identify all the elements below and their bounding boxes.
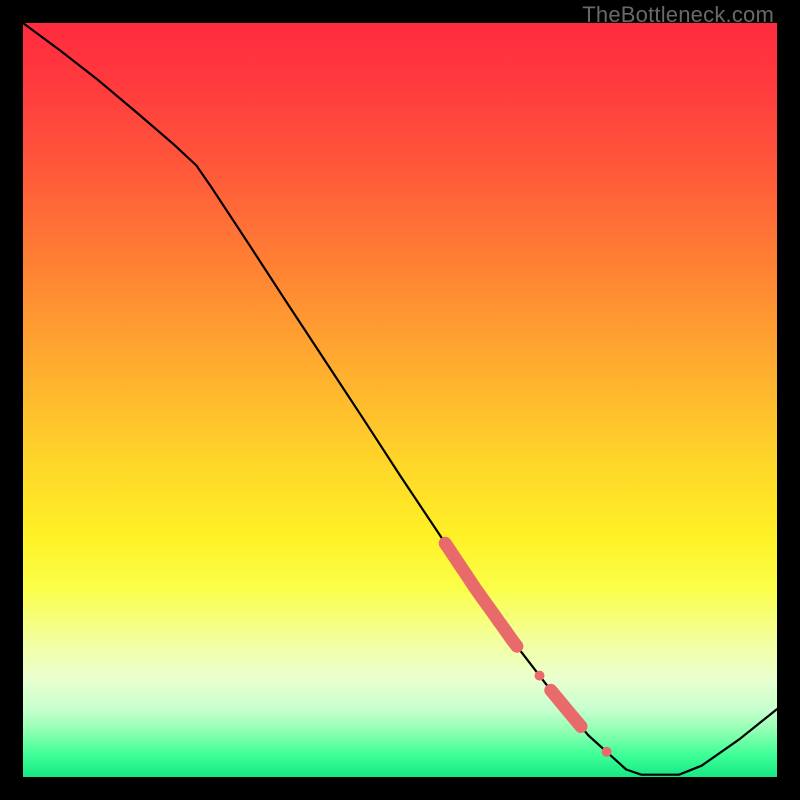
chart-area (23, 23, 777, 777)
chart-svg (23, 23, 777, 777)
bottleneck-curve (23, 23, 777, 775)
data-marker (602, 747, 612, 757)
marker-group (445, 543, 611, 757)
data-marker-segment (445, 543, 517, 646)
watermark-text: TheBottleneck.com (582, 2, 774, 28)
data-marker-segment (551, 690, 581, 726)
data-marker (535, 671, 545, 681)
